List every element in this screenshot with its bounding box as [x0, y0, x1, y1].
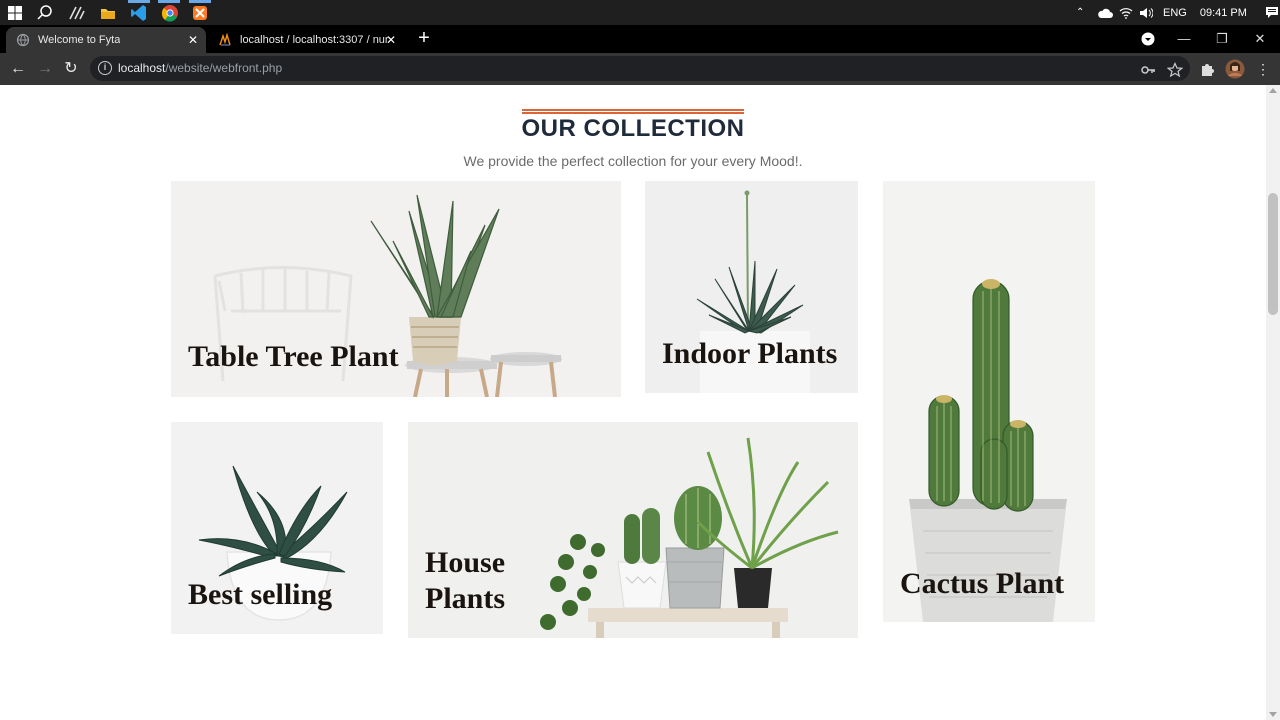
tab-welcome-to-fyta[interactable]: Welcome to Fyta ✕: [6, 27, 206, 53]
page-scrollbar[interactable]: [1266, 85, 1280, 720]
heading-accent-rule: [522, 109, 744, 114]
more-menu-icon[interactable]: ⋮: [1253, 59, 1273, 79]
card-table-tree-plant[interactable]: Table Tree Plant: [171, 181, 621, 397]
card-label: Table Tree Plant: [188, 340, 399, 373]
card-indoor-plants[interactable]: Indoor Plants: [645, 181, 858, 393]
key-icon[interactable]: [1140, 62, 1156, 78]
pen-app-icon[interactable]: [67, 3, 87, 23]
volume-icon[interactable]: [1139, 7, 1153, 19]
page-viewport: OUR COLLECTION We provide the perfect co…: [0, 85, 1266, 720]
windows-taskbar: ⌃ ENG 09:41 PM: [0, 0, 1280, 25]
onedrive-cloud-icon[interactable]: [1097, 7, 1113, 19]
card-best-selling[interactable]: Best selling: [171, 422, 383, 634]
close-tab-icon[interactable]: ✕: [386, 33, 396, 47]
clock[interactable]: 09:41 PM: [1200, 7, 1247, 19]
system-tray: ⌃ ENG 09:41 PM: [1076, 0, 1279, 25]
card-label: Indoor Plants: [662, 337, 838, 370]
language-indicator[interactable]: ENG: [1163, 7, 1187, 19]
forward-arrow-icon[interactable]: →: [35, 59, 55, 79]
scroll-down-arrow-icon[interactable]: [1269, 712, 1277, 717]
windows-start-icon[interactable]: [5, 3, 25, 23]
close-window-icon[interactable]: ✕: [1250, 29, 1270, 49]
scroll-up-arrow-icon[interactable]: [1269, 88, 1277, 93]
browser-tab-strip: Welcome to Fyta ✕ localhost / localhost:…: [0, 25, 1280, 53]
back-arrow-icon[interactable]: ←: [8, 59, 28, 79]
close-tab-icon[interactable]: ✕: [188, 33, 198, 47]
chevron-up-icon[interactable]: ⌃: [1076, 7, 1090, 18]
address-bar[interactable]: i localhost/website/webfront.php: [90, 56, 1190, 81]
restore-window-icon[interactable]: ❐: [1212, 29, 1232, 49]
new-tab-button[interactable]: +: [414, 28, 434, 48]
card-label: Best selling: [188, 578, 333, 611]
tab-title: Welcome to Fyta: [38, 34, 121, 46]
minimize-icon[interactable]: —: [1174, 29, 1194, 49]
browser-toolbar: ← → ↻ i localhost/website/webfront.php ⋮: [0, 53, 1280, 85]
search-icon[interactable]: [35, 3, 55, 23]
card-cactus-plant[interactable]: Cactus Plant: [883, 181, 1095, 622]
vscode-icon[interactable]: [129, 3, 149, 23]
chrome-icon[interactable]: [160, 3, 180, 23]
globe-icon: [16, 33, 30, 47]
file-explorer-icon[interactable]: [98, 3, 118, 23]
wifi-icon[interactable]: [1119, 7, 1133, 19]
site-info-icon[interactable]: i: [98, 61, 112, 75]
extensions-puzzle-icon[interactable]: [1200, 61, 1216, 77]
notifications-icon[interactable]: [1265, 6, 1279, 19]
card-label: House Plants: [425, 546, 506, 615]
profile-avatar[interactable]: [1225, 59, 1245, 79]
card-house-plants[interactable]: House Plants: [408, 422, 858, 638]
bookmark-star-icon[interactable]: [1167, 62, 1183, 78]
card-label: Cactus Plant: [900, 567, 1065, 600]
phpmyadmin-icon: [219, 33, 231, 46]
profile-download-icon[interactable]: [1141, 32, 1155, 46]
xampp-icon[interactable]: [190, 3, 210, 23]
reload-icon[interactable]: ↻: [61, 59, 81, 79]
section-subtitle: We provide the perfect collection for yo…: [463, 153, 803, 169]
tab-title: localhost / localhost:3307 / nurse: [240, 34, 388, 46]
tab-phpmyadmin[interactable]: localhost / localhost:3307 / nurse ✕: [208, 27, 404, 53]
scroll-thumb[interactable]: [1268, 193, 1278, 315]
url-text[interactable]: localhost/website/webfront.php: [118, 61, 282, 75]
section-title: OUR COLLECTION: [521, 115, 745, 142]
cactus-plant-image: [883, 181, 1095, 622]
collection-header: OUR COLLECTION We provide the perfect co…: [0, 109, 1266, 169]
